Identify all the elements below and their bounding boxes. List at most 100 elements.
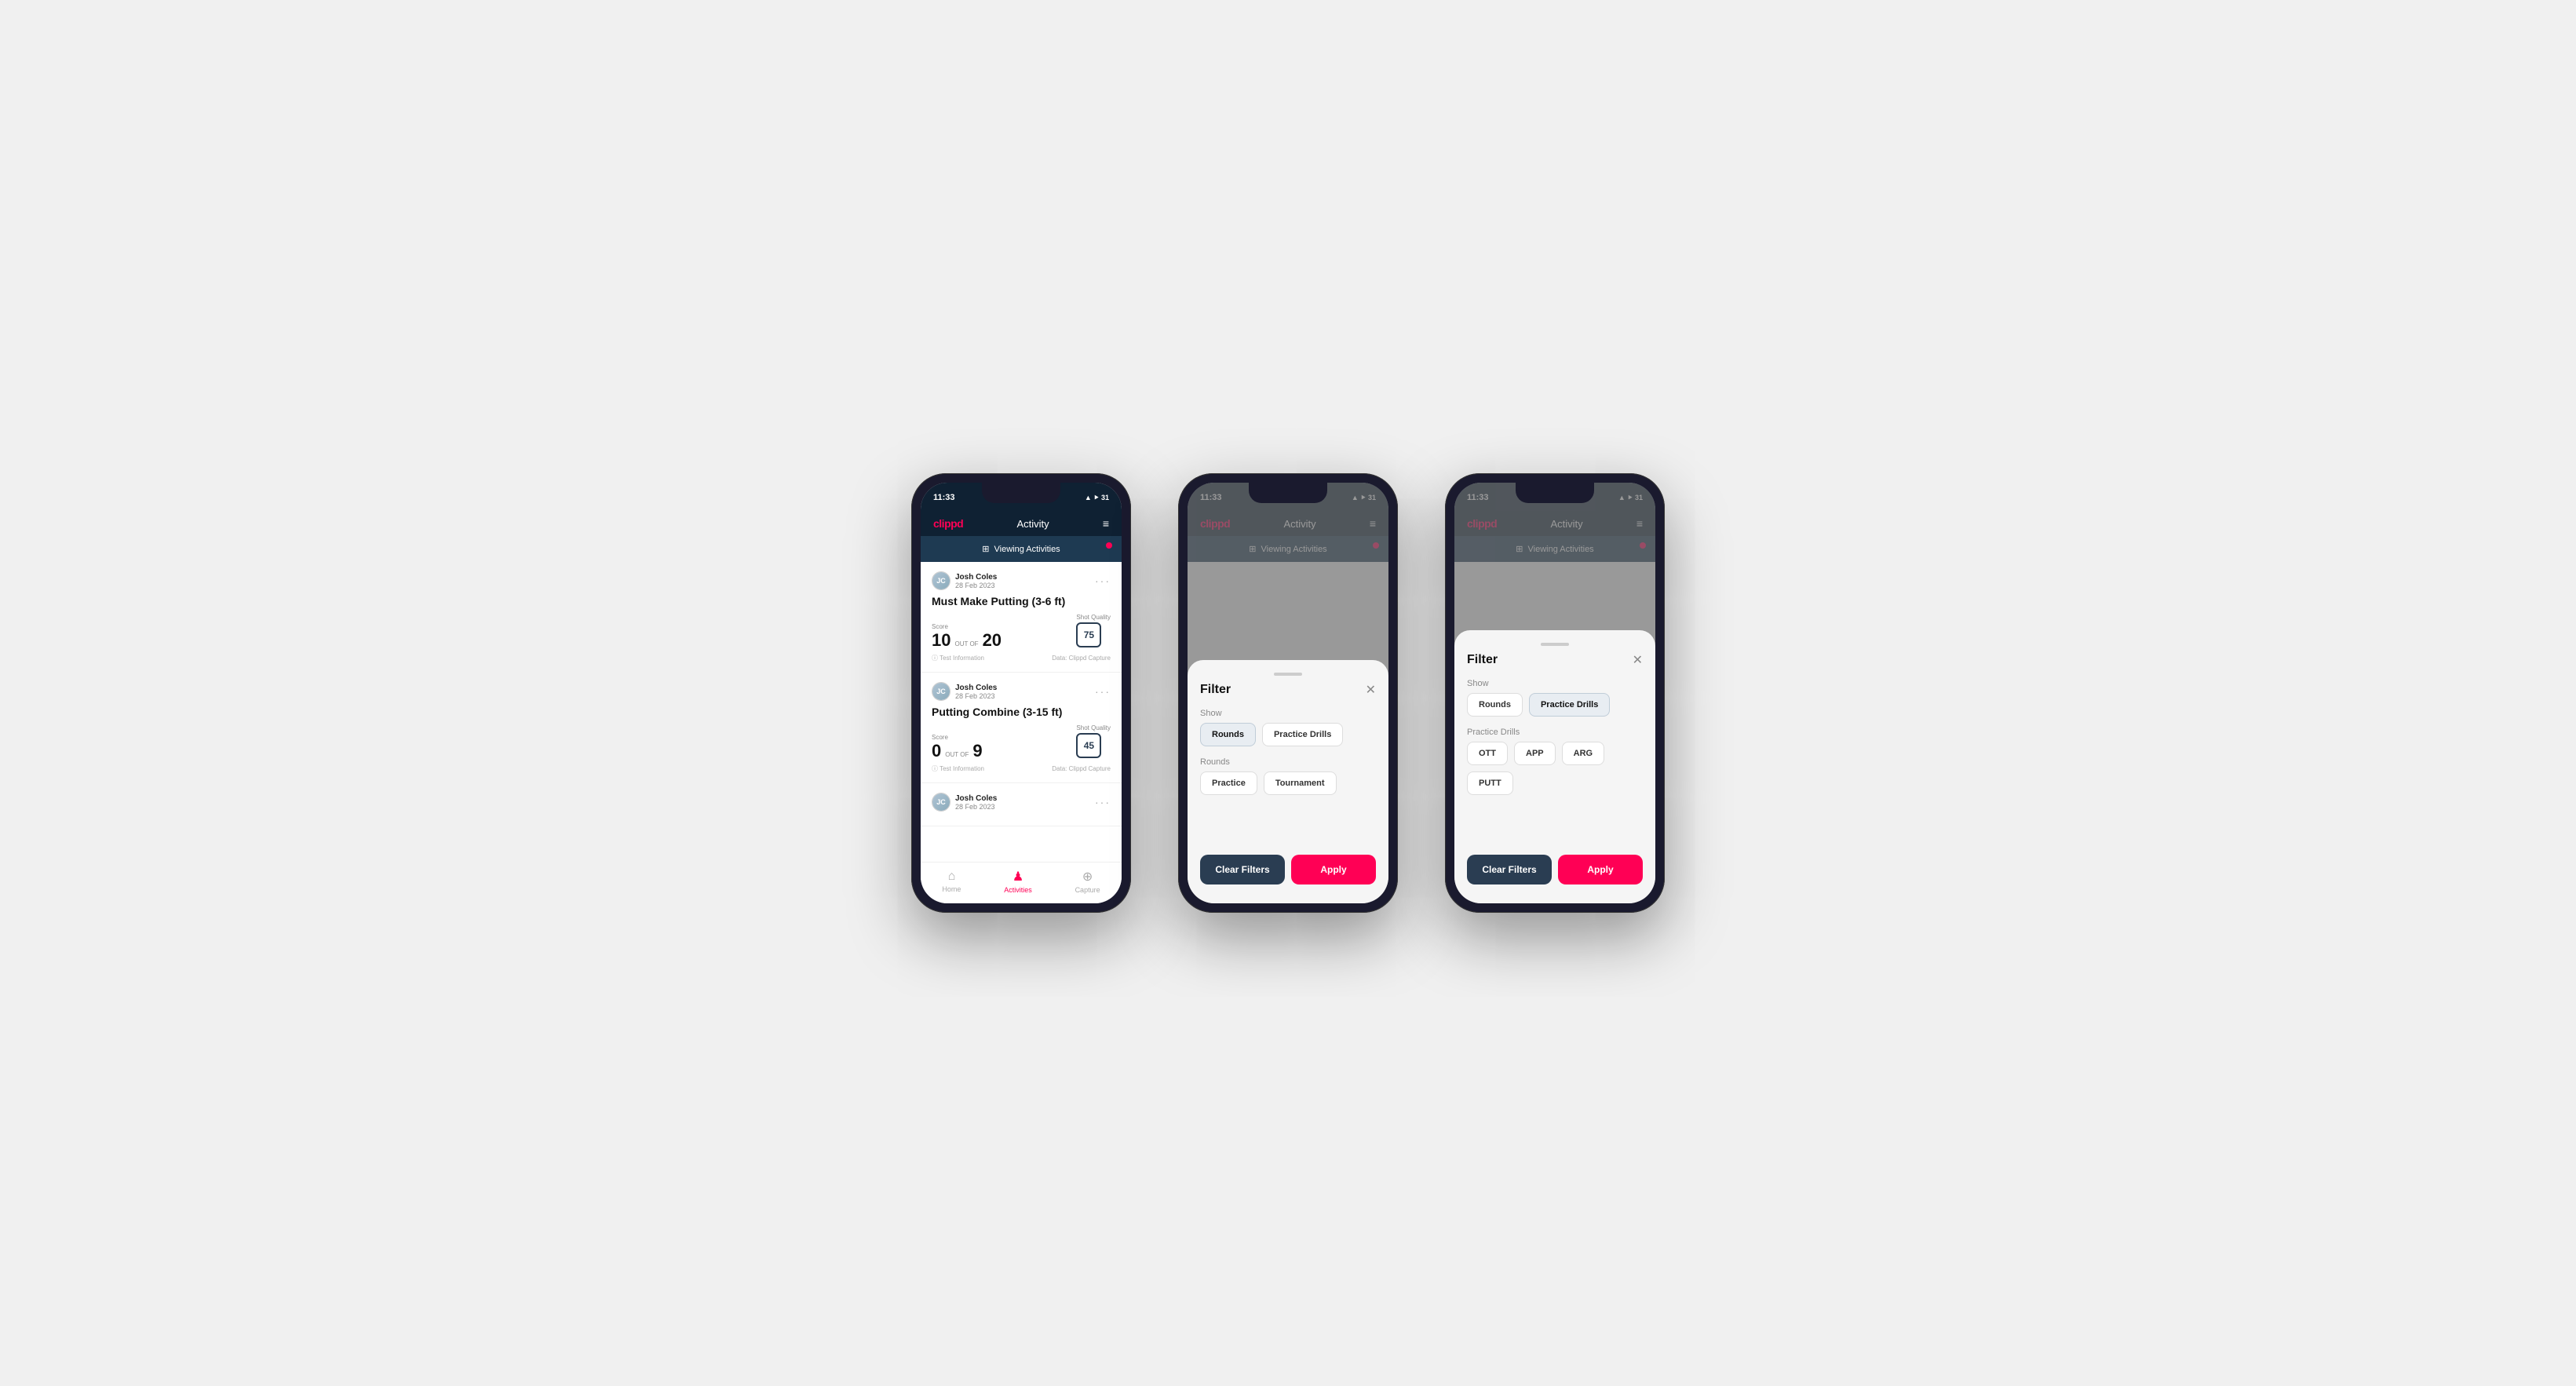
score-label: Score (932, 623, 1002, 630)
home-icon: ⌂ (948, 870, 956, 884)
filter-overlay: Filter ✕ ShowRoundsPractice DrillsRounds… (1188, 483, 1388, 903)
notification-dot (1106, 542, 1112, 549)
more-options-button[interactable]: ··· (1095, 574, 1111, 587)
user-date: 28 Feb 2023 (955, 692, 997, 700)
phone-2: 11:33▲ ⯈ 31 clippd Activity ≡ ⊞ Viewing … (1178, 473, 1398, 913)
sq-label: Shot Quality (1076, 614, 1111, 621)
card-header: JC Josh Coles 28 Feb 2023 ··· (932, 571, 1111, 590)
logo: clippd (933, 517, 963, 530)
user-name: Josh Coles (955, 573, 997, 582)
capture-icon: ⊕ (1082, 869, 1093, 884)
show-buttons: RoundsPractice Drills (1467, 693, 1643, 717)
apply-button[interactable]: Apply (1291, 855, 1376, 884)
card-footer: ⓘ Test Information Data: Clippd Capture (932, 654, 1111, 662)
activities-label: Activities (1004, 886, 1032, 894)
show-btn-rounds[interactable]: Rounds (1467, 693, 1523, 717)
filter-handle (1541, 643, 1569, 646)
nav-title: Activity (1016, 518, 1049, 530)
nav-item-activities[interactable]: ♟ Activities (1004, 869, 1032, 894)
show-buttons: Rounds Practice Drills (1200, 723, 1376, 746)
round-btn-ott[interactable]: OTT (1467, 742, 1508, 765)
show-section: ShowRoundsPractice Drills (1467, 679, 1643, 717)
filter-sheet: Filter ✕ ShowRoundsPractice DrillsPracti… (1454, 630, 1655, 903)
card-header: JC Josh Coles 28 Feb 2023 ··· (932, 682, 1111, 701)
status-time: 11:33 (933, 493, 955, 502)
viewing-banner[interactable]: ⊞ Viewing Activities (921, 536, 1122, 562)
viewing-label: Viewing Activities (994, 545, 1060, 554)
shots-value: 20 (983, 632, 1002, 649)
notch (1249, 483, 1327, 503)
nav-bar: clippd Activity ≡ (921, 511, 1122, 536)
rounds-label: Practice Drills (1467, 728, 1643, 737)
shots-value: 9 (972, 742, 982, 760)
rounds-label: Rounds (1200, 757, 1376, 767)
user-date: 28 Feb 2023 (955, 803, 997, 811)
show-btn-practice-drills[interactable]: Practice Drills (1262, 723, 1343, 746)
activity-title: Must Make Putting (3-6 ft) (932, 595, 1111, 607)
nav-item-home[interactable]: ⌂ Home (942, 870, 961, 893)
card-footer: ⓘ Test Information Data: Clippd Capture (932, 764, 1111, 773)
score-value: 10 (932, 632, 950, 649)
activity-card: JC Josh Coles 28 Feb 2023 ··· (921, 783, 1122, 826)
home-label: Home (942, 885, 961, 893)
apply-button[interactable]: Apply (1558, 855, 1643, 884)
round-btn-putt[interactable]: PUTT (1467, 771, 1513, 795)
round-btn-tournament[interactable]: Tournament (1264, 771, 1337, 795)
scroll-area: JC Josh Coles 28 Feb 2023 ··· Must Make … (921, 562, 1122, 862)
rounds-buttons: OTT APP ARG PUTT (1467, 742, 1643, 795)
filter-title: Filter (1467, 653, 1498, 667)
clear-filters-button[interactable]: Clear Filters (1467, 855, 1552, 884)
out-of-label: OUT OF (945, 751, 969, 758)
user-name: Josh Coles (955, 684, 997, 692)
activity-title: Putting Combine (3-15 ft) (932, 706, 1111, 718)
filter-handle (1274, 673, 1302, 676)
out-of-label: OUT OF (954, 640, 978, 647)
round-btn-arg[interactable]: ARG (1562, 742, 1604, 765)
show-section: Show Rounds Practice Drills (1200, 709, 1376, 746)
shot-quality-box: 45 (1076, 733, 1101, 758)
filter-actions: Clear Filters Apply (1467, 855, 1643, 891)
score-value: 0 (932, 742, 941, 760)
activities-icon: ♟ (1013, 869, 1023, 884)
round-btn-practice[interactable]: Practice (1200, 771, 1257, 795)
user-info: JC Josh Coles 28 Feb 2023 (932, 682, 997, 701)
avatar: JC (932, 682, 950, 701)
show-btn-rounds[interactable]: Rounds (1200, 723, 1256, 746)
filter-title: Filter (1200, 683, 1231, 697)
score-label: Score (932, 734, 983, 741)
user-date: 28 Feb 2023 (955, 582, 997, 589)
more-options[interactable]: ··· (1095, 796, 1111, 808)
show-label: Show (1200, 709, 1376, 718)
filter-actions: Clear Filters Apply (1200, 855, 1376, 891)
rounds-section: Practice Drills OTT APP ARG PUTT (1467, 728, 1643, 795)
phone-3: 11:33▲ ⯈ 31 clippd Activity ≡ ⊞ Viewing … (1445, 473, 1665, 913)
user-name: Josh Coles (955, 794, 997, 803)
filter-icon: ⊞ (982, 544, 989, 554)
notch (982, 483, 1060, 503)
clear-filters-button[interactable]: Clear Filters (1200, 855, 1285, 884)
data-source: Data: Clippd Capture (1052, 655, 1111, 662)
filter-close-button[interactable]: ✕ (1366, 682, 1376, 698)
menu-icon[interactable]: ≡ (1103, 517, 1109, 530)
filter-sheet: Filter ✕ ShowRoundsPractice DrillsRounds… (1188, 660, 1388, 903)
test-info: ⓘ Test Information (932, 654, 984, 662)
rounds-section: Rounds Practice Tournament (1200, 757, 1376, 795)
user-info: JC Josh Coles 28 Feb 2023 (932, 571, 997, 590)
bottom-nav: ⌂ Home ♟ Activities ⊕ Capture (921, 862, 1122, 903)
notch (1516, 483, 1594, 503)
data-source: Data: Clippd Capture (1052, 765, 1111, 772)
avatar: JC (932, 793, 950, 812)
more-options-button[interactable]: ··· (1095, 685, 1111, 698)
rounds-buttons: Practice Tournament (1200, 771, 1376, 795)
show-btn-practice-drills[interactable]: Practice Drills (1529, 693, 1610, 717)
phones-container: 11:33▲ ⯈ 31 clippd Activity ≡ ⊞ Viewing … (911, 473, 1665, 913)
filter-close-button[interactable]: ✕ (1633, 652, 1643, 668)
nav-item-capture[interactable]: ⊕ Capture (1075, 869, 1100, 894)
shot-quality-box: 75 (1076, 622, 1101, 647)
filter-overlay: Filter ✕ ShowRoundsPractice DrillsPracti… (1454, 483, 1655, 903)
filter-header: Filter ✕ (1467, 652, 1643, 668)
round-btn-app[interactable]: APP (1514, 742, 1556, 765)
activity-card: JC Josh Coles 28 Feb 2023 ··· Putting Co… (921, 673, 1122, 783)
sq-label: Shot Quality (1076, 724, 1111, 731)
avatar: JC (932, 571, 950, 590)
